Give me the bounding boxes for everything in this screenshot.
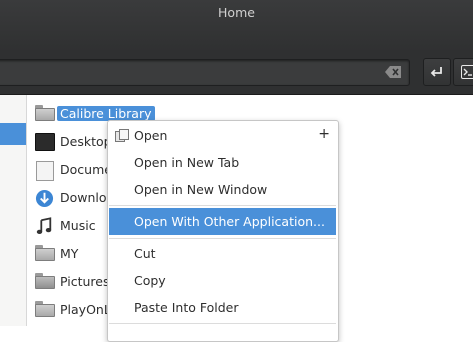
menu-item-label: Open With Other Application... bbox=[134, 214, 325, 229]
menu-item-open-with-other-application[interactable]: Open With Other Application... bbox=[109, 208, 336, 235]
menu-item-open-new-window[interactable]: Open in New Window bbox=[109, 176, 336, 203]
title-bar: Home bbox=[0, 0, 473, 52]
file-label: Music bbox=[60, 218, 96, 233]
file-label: Calibre Library bbox=[57, 106, 155, 121]
documents-folder-icon bbox=[36, 161, 54, 181]
submenu-plus-icon: + bbox=[318, 126, 330, 142]
menu-separator bbox=[109, 323, 336, 324]
context-menu: Open + Open in New Tab Open in New Windo… bbox=[107, 120, 339, 342]
menu-separator bbox=[109, 238, 336, 239]
sidebar-selected-item[interactable] bbox=[0, 123, 26, 145]
places-sidebar[interactable] bbox=[0, 95, 27, 326]
menu-item-label: Open bbox=[134, 128, 167, 143]
folder-icon bbox=[35, 105, 55, 123]
folder-icon bbox=[35, 245, 55, 263]
folder-icon bbox=[35, 301, 55, 319]
file-label: Desktop bbox=[60, 134, 112, 149]
menu-item-paste-into-folder[interactable]: Paste Into Folder bbox=[109, 294, 336, 321]
file-label: Pictures bbox=[60, 274, 110, 289]
menu-item-label: Paste Into Folder bbox=[134, 300, 238, 315]
downloads-folder-icon bbox=[35, 189, 54, 208]
open-icon bbox=[115, 129, 129, 142]
music-folder-icon bbox=[35, 217, 53, 236]
menu-item-label: Cut bbox=[134, 246, 156, 261]
menu-item-open[interactable]: Open + bbox=[109, 122, 336, 149]
desktop-folder-icon bbox=[35, 133, 55, 151]
menu-item-cut[interactable]: Cut bbox=[109, 240, 336, 267]
menu-item-open-new-tab[interactable]: Open in New Tab bbox=[109, 149, 336, 176]
clear-text-icon[interactable] bbox=[385, 66, 401, 78]
menu-separator bbox=[109, 205, 336, 206]
file-label: Downlo bbox=[60, 190, 107, 205]
terminal-icon bbox=[461, 65, 473, 79]
window-title: Home bbox=[0, 5, 473, 20]
open-location-button[interactable] bbox=[423, 58, 451, 86]
location-entry[interactable] bbox=[0, 59, 410, 86]
toolbar bbox=[0, 52, 473, 95]
pictures-folder-icon bbox=[35, 273, 55, 291]
file-label: MY bbox=[60, 246, 78, 261]
enter-arrow-icon bbox=[430, 65, 444, 79]
menu-item-label: Open in New Tab bbox=[134, 155, 239, 170]
menu-item-label: Open in New Window bbox=[134, 182, 267, 197]
menu-item-copy[interactable]: Copy bbox=[109, 267, 336, 294]
menu-item-label: Copy bbox=[134, 273, 166, 288]
terminal-button[interactable] bbox=[453, 58, 473, 86]
file-label: Docume bbox=[60, 162, 112, 177]
